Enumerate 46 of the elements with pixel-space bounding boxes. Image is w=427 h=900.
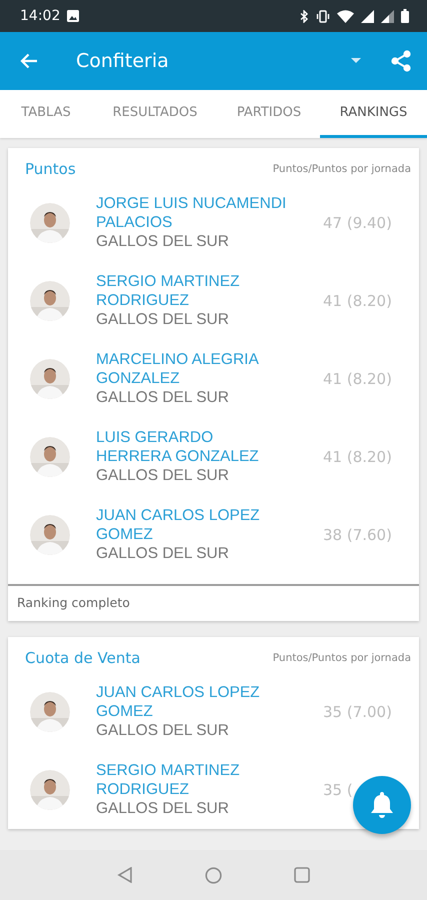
tab[interactable]: TABLAS — [0, 90, 92, 138]
player-score: 35 ( — [323, 781, 354, 799]
status-time: 14:02 — [20, 8, 60, 24]
signal-icon — [361, 10, 374, 22]
player-score: 41 (8.20) — [323, 370, 393, 388]
player-name[interactable]: MARCELINO ALEGRIA GONZALEZ — [96, 350, 288, 388]
tab[interactable]: RESULTADOS — [92, 90, 218, 138]
back-arrow-icon[interactable] — [20, 53, 38, 69]
team-name: GALLOS DEL SUR — [96, 388, 229, 408]
team-name: GALLOS DEL SUR — [96, 310, 229, 330]
team-name: GALLOS DEL SUR — [96, 466, 229, 486]
player-name[interactable]: LUIS GERARDO HERRERA GONZALEZ — [96, 428, 288, 466]
back-icon[interactable] — [117, 867, 133, 883]
recents-icon[interactable] — [294, 867, 310, 883]
player-score: 41 (8.20) — [323, 448, 393, 466]
player-score: 41 (8.20) — [323, 292, 393, 310]
player-name[interactable]: JUAN CARLOS LOPEZ GOMEZ — [96, 506, 288, 544]
signal-icon — [381, 10, 394, 22]
team-name: GALLOS DEL SUR — [96, 544, 229, 564]
player-name[interactable]: SERGIO MARTINEZ RODRIGUEZ — [96, 761, 288, 799]
tab[interactable]: RANKINGS — [320, 90, 427, 138]
full-ranking-link[interactable]: Ranking completo — [8, 586, 139, 621]
player-name[interactable]: JUAN CARLOS LOPEZ GOMEZ — [96, 683, 288, 721]
bell-icon — [369, 791, 395, 819]
dropdown-caret-icon[interactable] — [351, 58, 361, 64]
battery-icon — [401, 9, 409, 23]
section-title: Cuota de Venta — [25, 649, 140, 667]
player-score: 35 (7.00) — [323, 703, 393, 721]
column-legend: Puntos/Puntos por jornada — [272, 163, 411, 175]
tab[interactable]: PARTIDOS — [218, 90, 320, 138]
team-name: GALLOS DEL SUR — [96, 232, 229, 252]
app-title: Confiteria — [76, 50, 170, 72]
team-name: GALLOS DEL SUR — [96, 721, 229, 741]
wifi-icon — [337, 10, 354, 22]
team-name: GALLOS DEL SUR — [96, 799, 229, 819]
image-icon — [67, 10, 80, 22]
column-legend: Puntos/Puntos por jornada — [272, 652, 411, 664]
bluetooth-icon — [300, 10, 309, 22]
player-score: 47 (9.40) — [323, 214, 393, 232]
player-name[interactable]: SERGIO MARTINEZ RODRIGUEZ — [96, 272, 288, 310]
section-title: Puntos — [25, 160, 76, 178]
share-icon[interactable] — [391, 50, 411, 72]
player-name[interactable]: JORGE LUIS NUCAMENDI PALACIOS — [96, 194, 288, 232]
home-icon[interactable] — [205, 866, 222, 884]
vibrate-icon — [316, 10, 330, 22]
player-score: 38 (7.60) — [323, 526, 393, 544]
